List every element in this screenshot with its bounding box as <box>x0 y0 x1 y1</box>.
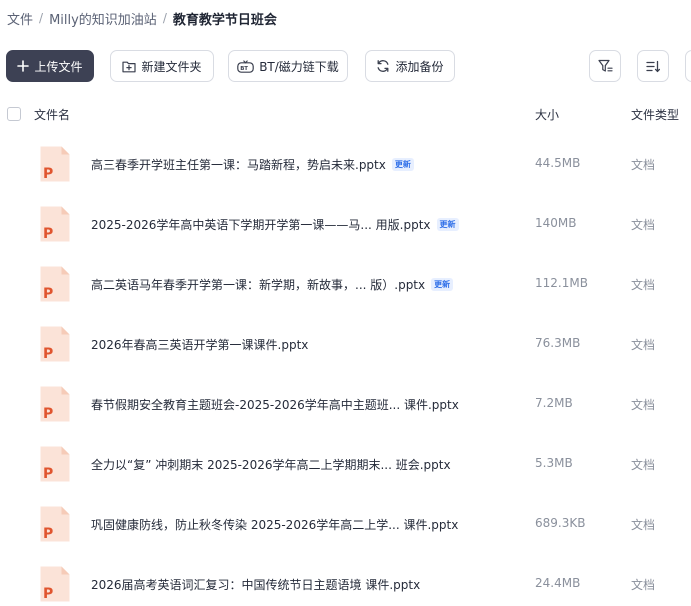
file-size: 7.2MB <box>535 396 573 410</box>
svg-text:P: P <box>43 586 53 602</box>
file-type: 文档 <box>631 458 656 472</box>
file-name-text: 春节假期安全教育主题班会-2025-2026学年高中主题班... 课件.pptx <box>91 398 459 412</box>
file-name-text: 全力以“复” 冲刺期末 2025-2026学年高二上学期期末... 班会.ppt… <box>91 458 451 472</box>
file-name-text: 2026届高考英语词汇复习：中国传统节日主题语境 课件.pptx <box>91 578 421 592</box>
svg-text:BT: BT <box>240 66 248 72</box>
new-folder-button[interactable]: 新建文件夹 <box>110 50 214 82</box>
breadcrumb: 文件 / Milly的知识加油站 / 教育教学节日班会 <box>7 8 277 28</box>
ppt-file-icon: P <box>40 386 70 422</box>
ppt-file-icon: P <box>40 506 70 542</box>
file-size: 689.3KB <box>535 516 586 530</box>
ppt-file-icon: P <box>40 446 70 482</box>
upload-button-label: 上传文件 <box>34 59 83 74</box>
breadcrumb-item-current: 教育教学节日班会 <box>172 12 277 28</box>
file-name[interactable]: 高三春季开学班主任第一课：马踏新程，势启未来.pptx 更新 <box>91 156 414 173</box>
ppt-file-icon: P <box>40 566 70 602</box>
filter-button[interactable] <box>589 50 621 82</box>
svg-text:P: P <box>43 406 53 422</box>
file-row[interactable]: P 春节假期安全教育主题班会-2025-2026学年高中主题班... 课件.pp… <box>0 385 691 445</box>
breadcrumb-separator: / <box>162 11 167 25</box>
add-backup-button[interactable]: 添加备份 <box>365 50 455 82</box>
column-header-name[interactable]: 文件名 <box>34 106 70 123</box>
file-name-text: 巩固健康防线，防止秋冬传染 2025-2026学年高二上学... 课件.pptx <box>91 518 459 532</box>
file-name-text: 高二英语马年春季开学第一课：新学期，新故事，... 版）.pptx <box>91 278 426 292</box>
select-all-checkbox[interactable] <box>7 107 21 121</box>
file-name[interactable]: 2025-2026学年高中英语下学期开学第一课——马... 用版.pptx 更新 <box>91 216 459 233</box>
new-folder-icon <box>122 61 137 72</box>
updated-badge: 更新 <box>431 278 454 291</box>
file-name[interactable]: 2026届高考英语词汇复习：中国传统节日主题语境 课件.pptx <box>91 576 420 593</box>
add-backup-button-label: 添加备份 <box>395 59 444 74</box>
upload-button[interactable]: 上传文件 <box>6 50 94 82</box>
sort-icon <box>646 60 660 72</box>
file-size: 44.5MB <box>535 156 581 170</box>
file-size: 5.3MB <box>535 456 573 470</box>
file-size: 140MB <box>535 216 577 230</box>
updated-badge: 更新 <box>436 218 459 231</box>
ppt-file-icon: P <box>40 266 70 302</box>
column-header-type[interactable]: 文件类型 <box>631 106 679 123</box>
file-size: 76.3MB <box>535 336 581 350</box>
updated-badge: 更新 <box>391 158 414 171</box>
file-name[interactable]: 全力以“复” 冲刺期末 2025-2026学年高二上学期期末... 班会.ppt… <box>91 456 451 473</box>
bt-icon: BT <box>237 59 254 73</box>
toolbar: 上传文件 新建文件夹 BT BT/磁力链下载 添加备份 <box>6 50 691 82</box>
svg-text:P: P <box>43 346 53 362</box>
file-type: 文档 <box>631 578 656 592</box>
more-options-button[interactable] <box>685 50 691 82</box>
file-name-text: 高三春季开学班主任第一课：马踏新程，势启未来.pptx <box>91 158 386 172</box>
svg-text:P: P <box>43 286 53 302</box>
ppt-file-icon: P <box>40 146 70 182</box>
svg-text:P: P <box>43 226 53 242</box>
file-type: 文档 <box>631 158 656 172</box>
file-name[interactable]: 高二英语马年春季开学第一课：新学期，新故事，... 版）.pptx 更新 <box>91 276 454 293</box>
sync-icon <box>378 60 389 72</box>
file-row[interactable]: P 2026年春高三英语开学第一课课件.pptx 76.3MB 文档 <box>0 325 691 385</box>
column-header-size[interactable]: 大小 <box>535 106 559 123</box>
ppt-file-icon: P <box>40 206 70 242</box>
file-row[interactable]: P 全力以“复” 冲刺期末 2025-2026学年高二上学期期末... 班会.p… <box>0 445 691 505</box>
new-folder-button-label: 新建文件夹 <box>141 59 202 74</box>
file-row[interactable]: P 2026届高考英语词汇复习：中国传统节日主题语境 课件.pptx 24.4M… <box>0 565 691 606</box>
table-header: 文件名 大小 文件类型 <box>0 100 691 128</box>
file-name[interactable]: 春节假期安全教育主题班会-2025-2026学年高中主题班... 课件.pptx <box>91 396 459 413</box>
file-type: 文档 <box>631 338 656 352</box>
file-size: 112.1MB <box>535 276 588 290</box>
filter-icon <box>597 59 613 72</box>
svg-text:P: P <box>43 466 53 482</box>
file-name-text: 2026年春高三英语开学第一课课件.pptx <box>91 338 309 352</box>
breadcrumb-separator: / <box>39 11 44 25</box>
file-size: 24.4MB <box>535 576 581 590</box>
sort-button[interactable] <box>637 50 669 82</box>
file-type: 文档 <box>631 218 656 232</box>
file-type: 文档 <box>631 398 656 412</box>
file-type: 文档 <box>631 278 656 292</box>
breadcrumb-item-files[interactable]: 文件 <box>7 9 33 28</box>
file-name[interactable]: 2026年春高三英语开学第一课课件.pptx <box>91 336 308 353</box>
file-name-text: 2025-2026学年高中英语下学期开学第一课——马... 用版.pptx <box>91 218 431 232</box>
svg-text:P: P <box>43 166 53 182</box>
file-row[interactable]: P 巩固健康防线，防止秋冬传染 2025-2026学年高二上学... 课件.pp… <box>0 505 691 565</box>
file-row[interactable]: P 高三春季开学班主任第一课：马踏新程，势启未来.pptx 更新 44.5MB … <box>0 145 691 205</box>
plus-icon <box>17 60 30 72</box>
bt-download-button-label: BT/磁力链下载 <box>259 59 339 74</box>
file-name[interactable]: 巩固健康防线，防止秋冬传染 2025-2026学年高二上学... 课件.pptx <box>91 516 458 533</box>
bt-download-button[interactable]: BT BT/磁力链下载 <box>228 50 348 82</box>
svg-text:P: P <box>43 526 53 542</box>
ppt-file-icon: P <box>40 326 70 362</box>
file-row[interactable]: P 高二英语马年春季开学第一课：新学期，新故事，... 版）.pptx 更新 1… <box>0 265 691 325</box>
file-type: 文档 <box>631 518 656 532</box>
file-row[interactable]: P 2025-2026学年高中英语下学期开学第一课——马... 用版.pptx … <box>0 205 691 265</box>
breadcrumb-item-milly[interactable]: Milly的知识加油站 <box>49 9 157 28</box>
